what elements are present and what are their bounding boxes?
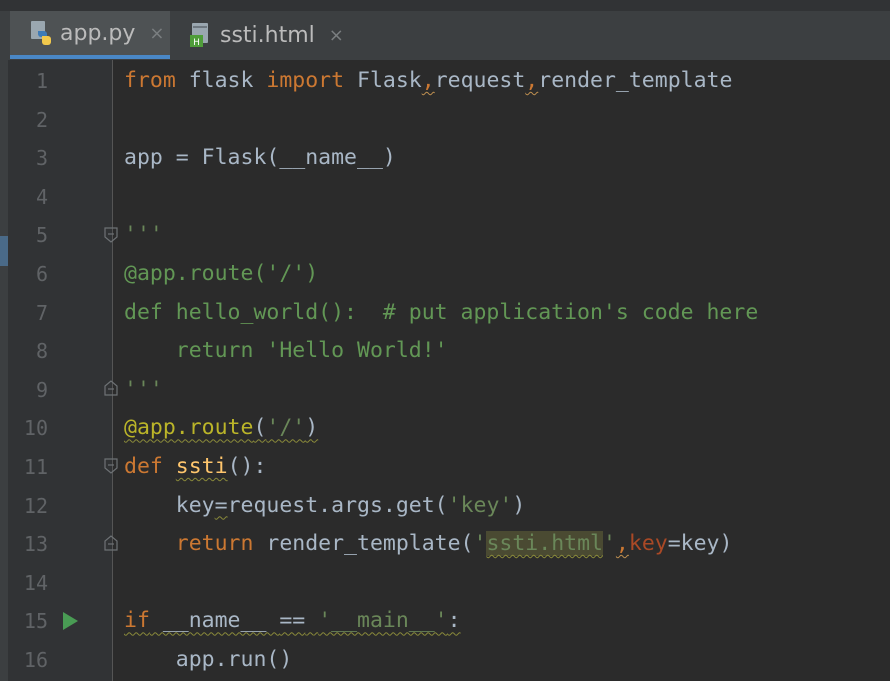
string-literal: '__main__' xyxy=(318,608,448,634)
tab-label: app.py xyxy=(60,20,136,46)
html-file-icon: H xyxy=(188,22,214,48)
call: render_template( xyxy=(253,531,474,557)
svg-text:H: H xyxy=(193,38,200,48)
code-line-5: ''' xyxy=(124,222,163,248)
keyword-argument: key xyxy=(628,531,668,557)
code-line-9: ''' xyxy=(124,376,163,402)
fold-close-icon[interactable] xyxy=(104,380,118,396)
keyword: import xyxy=(266,68,345,93)
tab-ssti-html[interactable]: H ssti.html × xyxy=(178,11,348,59)
code-line-13: return render_template('ssti.html',key=k… xyxy=(124,525,732,564)
line-number: 8 xyxy=(35,339,48,364)
variable: key xyxy=(175,492,215,518)
close-icon[interactable]: × xyxy=(149,23,164,44)
editor-tab-bar: app.py × H ssti.html × xyxy=(0,0,890,60)
function-name: ssti xyxy=(175,454,228,479)
paren: ( xyxy=(253,415,267,441)
line-number: 15 xyxy=(23,609,48,634)
decorator: @app.route xyxy=(124,415,254,441)
side-strip xyxy=(0,60,8,681)
tab-label: ssti.html xyxy=(220,22,315,48)
operator: = xyxy=(214,492,228,518)
keyword: from xyxy=(124,68,176,93)
line-number: 1 xyxy=(35,69,48,93)
import-name: request xyxy=(434,68,526,93)
template-filename: ssti.html xyxy=(486,531,603,557)
quote: ' xyxy=(602,531,616,557)
code-line-16: app.run() xyxy=(124,647,293,672)
line-number: 2 xyxy=(35,107,48,132)
code-line-12: key=request.args.get('key') xyxy=(124,487,526,526)
line-number: 6 xyxy=(35,262,48,286)
run-icon[interactable] xyxy=(63,612,78,630)
code-editor[interactable]: 1 2 3 4 5 6 7 8 9 10 11 12 13 14 15 16 f… xyxy=(0,60,890,681)
comma: , xyxy=(525,68,539,93)
import-name: render_template xyxy=(538,68,733,93)
keyword: def xyxy=(124,454,163,479)
colon: : xyxy=(447,608,461,634)
line-number: 11 xyxy=(23,455,48,479)
code-line-8: return 'Hello World!' xyxy=(124,338,448,364)
operator: == xyxy=(279,608,306,634)
line-number: 5 xyxy=(35,223,48,248)
ide-window: app.py × H ssti.html × 1 2 3 4 5 6 7 8 9… xyxy=(0,0,890,681)
punctuation: (): xyxy=(227,454,267,479)
code-line-3: app = Flask(__name__) xyxy=(124,145,396,171)
fold-open-icon[interactable] xyxy=(104,227,118,243)
line-number: 13 xyxy=(23,532,48,557)
line-number: 4 xyxy=(35,184,48,209)
line-number: 9 xyxy=(35,377,48,402)
dunder-name: __name__ xyxy=(149,608,280,634)
string-literal: 'key' xyxy=(447,492,513,518)
string-literal: '/' xyxy=(266,415,306,441)
close-icon[interactable]: × xyxy=(329,25,344,46)
code-line-7: def hello_world(): # put application's c… xyxy=(124,299,759,325)
line-number-gutter: 1 2 3 4 5 6 7 8 9 10 11 12 13 14 15 16 xyxy=(0,60,113,681)
line-number: 12 xyxy=(23,493,48,518)
quote: ' xyxy=(473,531,487,557)
paren: ) xyxy=(512,492,526,518)
import-name: Flask xyxy=(344,68,422,93)
line-number: 10 xyxy=(23,416,48,441)
comma: , xyxy=(615,531,629,557)
paren: ) xyxy=(305,415,319,441)
line-number: 3 xyxy=(35,146,48,171)
expression: key) xyxy=(680,531,733,557)
scroll-marker xyxy=(0,236,8,266)
comma: , xyxy=(421,68,435,93)
line-number: 16 xyxy=(23,648,48,672)
keyword: if xyxy=(124,608,150,634)
python-file-icon xyxy=(28,20,54,46)
keyword: return xyxy=(175,531,254,557)
code-line-6: @app.route('/') xyxy=(124,261,319,286)
code-line-15: if __name__ == '__main__': xyxy=(124,602,461,641)
operator: = xyxy=(667,531,681,557)
code-line-1: from flask import Flask,request,render_t… xyxy=(124,62,732,101)
line-number: 14 xyxy=(23,570,48,595)
expression: request.args.get( xyxy=(227,492,448,518)
fold-close-icon[interactable] xyxy=(104,535,118,551)
module-name: flask xyxy=(175,68,267,93)
fold-open-icon[interactable] xyxy=(104,458,118,474)
code-line-11: def ssti(): xyxy=(124,448,266,487)
line-number: 7 xyxy=(35,300,48,325)
code-line-10: @app.route('/') xyxy=(124,409,318,448)
tab-app-py[interactable]: app.py × xyxy=(10,11,170,59)
